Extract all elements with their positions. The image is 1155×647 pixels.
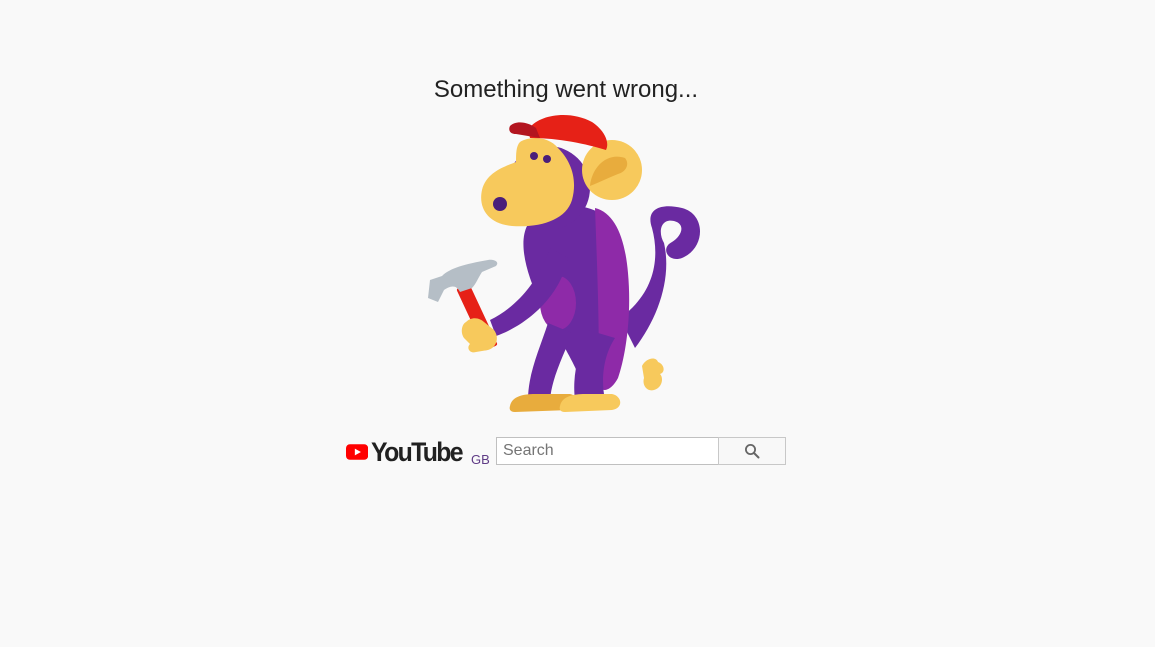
- monkey-back-foot: [559, 394, 621, 412]
- error-page: Something went wrong... YouTube GB Searc…: [0, 0, 1155, 647]
- monkey-tail-hand: [642, 358, 664, 391]
- search-icon: [745, 444, 760, 459]
- region-code: GB: [471, 452, 490, 467]
- brand-search-row: YouTube GB: [346, 436, 791, 468]
- youtube-logo[interactable]: YouTube: [346, 438, 470, 466]
- youtube-play-icon: [346, 444, 369, 460]
- search-input[interactable]: [496, 437, 719, 465]
- youtube-wordmark: YouTube: [371, 437, 464, 467]
- monkey-nose: [493, 197, 507, 211]
- monkey-face: [481, 138, 575, 227]
- error-title: Something went wrong...: [433, 76, 699, 103]
- monkey-illustration: [428, 115, 700, 412]
- monkey-front-leg: [528, 323, 572, 400]
- monkey-eye-right: [543, 155, 551, 163]
- search-button[interactable]: [718, 437, 786, 465]
- monkey-tail: [620, 206, 700, 348]
- monkey-eye-left: [530, 152, 538, 160]
